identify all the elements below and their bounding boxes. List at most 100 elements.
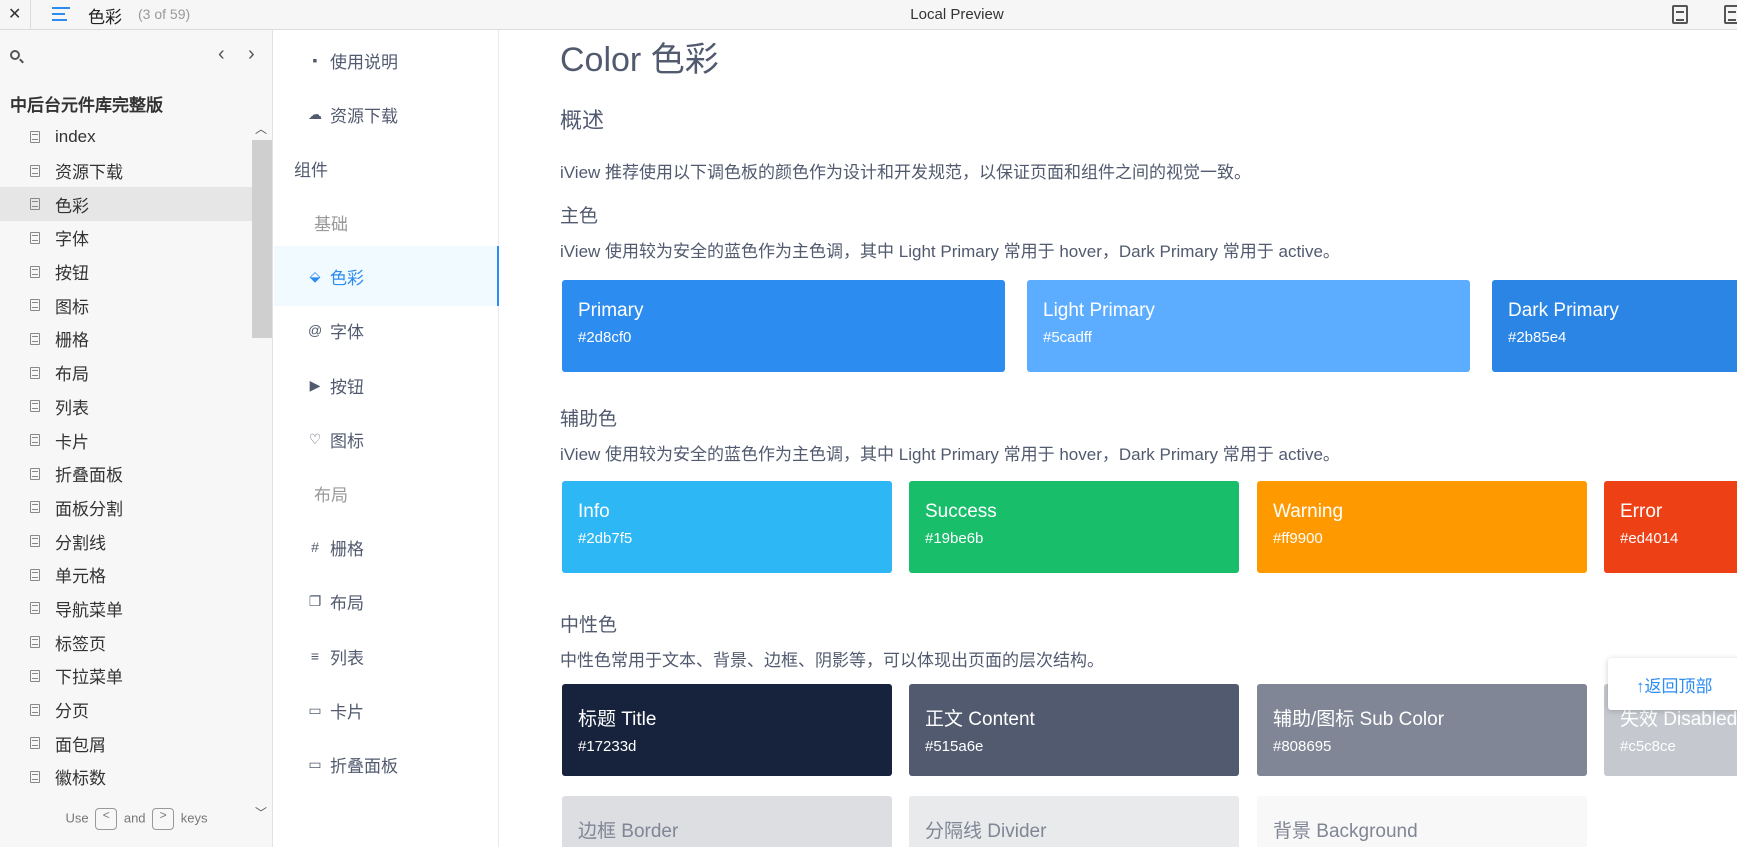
color-name: 分隔线 Divider: [925, 821, 1047, 842]
doc-nav-item[interactable]: ⬙ 色彩: [274, 246, 499, 306]
color-hex: #2db7f5: [578, 530, 633, 547]
document-icon: [30, 366, 40, 379]
doc-nav-label: 折叠面板: [330, 756, 398, 776]
file-list-item[interactable]: 分割线: [0, 524, 252, 558]
color-swatch-card: 边框 Border: [562, 796, 892, 847]
play-icon: ▶: [309, 376, 321, 393]
file-list-item-label: 徽标数: [55, 769, 106, 789]
file-list-item[interactable]: 卡片: [0, 423, 252, 457]
doc-nav-label: 组件: [294, 160, 328, 180]
file-list-item[interactable]: 折叠面板: [0, 457, 252, 491]
color-swatch-card: Error #ed4014: [1604, 481, 1737, 573]
library-heading: 中后台元件库完整版: [10, 96, 163, 115]
document-icon: [30, 501, 40, 514]
file-list-item-label: index: [55, 126, 96, 146]
aux-desc: iView 使用较为安全的蓝色作为主色调，其中 Light Primary 常用…: [560, 445, 1340, 464]
outline-toggle-icon[interactable]: [52, 7, 70, 23]
document-icon: [30, 299, 40, 312]
color-name: Info: [578, 501, 610, 522]
file-list-item[interactable]: 资源下载: [0, 154, 252, 188]
document-icon: [30, 467, 40, 480]
file-list-item[interactable]: 色彩: [0, 187, 252, 222]
file-list-item-label: 卡片: [55, 432, 89, 452]
chevron-left-icon[interactable]: ‹: [218, 44, 225, 64]
window-title: Local Preview: [910, 6, 1004, 23]
color-hex: #808695: [1273, 738, 1332, 755]
doc-nav-item[interactable]: ≡ 列表: [274, 626, 499, 686]
document-icon: [30, 198, 40, 211]
color-swatch-card: 标题 Title #17233d: [562, 684, 892, 776]
doc-nav-item[interactable]: ▭ 卡片: [274, 680, 499, 740]
file-list-item[interactable]: index: [0, 120, 252, 154]
color-swatch-card: Light Primary #5cadff: [1027, 280, 1470, 372]
color-hex: #19be6b: [925, 530, 984, 547]
file-list-item[interactable]: 图标: [0, 288, 252, 322]
file-list-item-label: 图标: [55, 297, 89, 317]
file-list-item[interactable]: 标签页: [0, 625, 252, 659]
file-list-item[interactable]: 列表: [0, 390, 252, 424]
doc-nav-item[interactable]: # 栅格: [274, 517, 499, 577]
color-hex: #ed4014: [1620, 530, 1679, 547]
color-name: Success: [925, 501, 997, 522]
file-list-item-label: 分页: [55, 702, 89, 722]
file-list-item[interactable]: 下拉菜单: [0, 659, 252, 693]
file-list-item-label: 面包屑: [55, 735, 106, 755]
doc-nav-item[interactable]: ▪ 使用说明: [274, 30, 499, 90]
doc-nav-item[interactable]: ❐ 布局: [274, 571, 499, 631]
color-name: 正文 Content: [925, 709, 1035, 730]
document-icon: [30, 164, 40, 177]
close-icon[interactable]: ✕: [8, 4, 21, 24]
cloud-download-icon: ☁: [308, 105, 322, 122]
color-hex: #ff9900: [1273, 530, 1323, 547]
document-icon: [30, 332, 40, 345]
file-list-item[interactable]: 字体: [0, 221, 252, 255]
doc-nav-item[interactable]: ▭ 折叠面板: [274, 734, 499, 794]
card-icon: ▭: [308, 701, 322, 718]
file-list-item[interactable]: 徽标数: [0, 760, 252, 794]
doc-nav-label: 色彩: [330, 268, 364, 288]
file-list-item[interactable]: 导航菜单: [0, 592, 252, 626]
file-list-item-label: 字体: [55, 230, 89, 250]
file-list-item-label: 折叠面板: [55, 466, 123, 486]
doc-nav-item[interactable]: ☁ 资源下载: [274, 84, 499, 144]
file-tree-sidebar: ‹ › 中后台元件库完整版 index 资源下载 色彩字体按钮图标栅格 布局 列表卡片折…: [0, 30, 273, 847]
keyboard-hint: Use < and > keys: [0, 808, 273, 830]
back-to-top-button[interactable]: ↑返回顶部: [1608, 658, 1737, 710]
file-list-item[interactable]: 面包屑: [0, 726, 252, 760]
file-list-item[interactable]: 按钮: [0, 255, 252, 289]
doc-nav-label: 按钮: [330, 377, 364, 397]
doc-nav-menu: ▪ 使用说明 ☁ 资源下载 组件 基础 ⬙ 色彩 @ 字体 ▶ 按钮 ♡ 图标 布局 # 栅格 ❐ 布局 ≡ 列表 ▭ 卡片…: [274, 30, 499, 847]
document-icon: [30, 602, 40, 615]
search-icon[interactable]: [10, 50, 20, 60]
file-list-item-label: 单元格: [55, 567, 106, 587]
document-icon: [30, 130, 40, 143]
color-name: Light Primary: [1043, 300, 1155, 321]
copy-icon: ❐: [308, 592, 322, 609]
scrollbar[interactable]: ︿ ﹀: [252, 120, 272, 820]
doc-nav-item[interactable]: ▶ 按钮: [274, 355, 499, 415]
file-list-item[interactable]: 面板分割: [0, 491, 252, 525]
document-icon: [30, 400, 40, 413]
document-icon: [30, 434, 40, 447]
document-view-icon[interactable]: [1672, 5, 1688, 24]
color-name: Primary: [578, 300, 644, 321]
file-list-item[interactable]: 布局: [0, 356, 252, 390]
scrollbar-thumb[interactable]: [252, 140, 272, 338]
chevron-right-icon[interactable]: ›: [248, 44, 255, 64]
doc-nav-label: 布局: [314, 485, 348, 505]
scroll-up-icon[interactable]: ︿: [255, 120, 267, 137]
color-name: Warning: [1273, 501, 1344, 522]
file-list-item[interactable]: 分页: [0, 693, 252, 727]
file-list-item-label: 按钮: [55, 264, 89, 284]
split-view-icon[interactable]: [1724, 5, 1737, 24]
doc-nav-item[interactable]: ♡ 图标: [274, 409, 499, 469]
doc-nav-label: 字体: [330, 322, 364, 342]
color-swatch-card: 背景 Background: [1257, 796, 1587, 847]
document-icon: [30, 265, 40, 278]
color-hex: #17233d: [578, 738, 637, 755]
doc-nav-item[interactable]: @ 字体: [274, 300, 499, 360]
color-hex: #c5c8ce: [1620, 738, 1676, 755]
file-list-item[interactable]: 单元格: [0, 558, 252, 592]
file-list-item[interactable]: 栅格: [0, 322, 252, 356]
document-icon: [30, 703, 40, 716]
